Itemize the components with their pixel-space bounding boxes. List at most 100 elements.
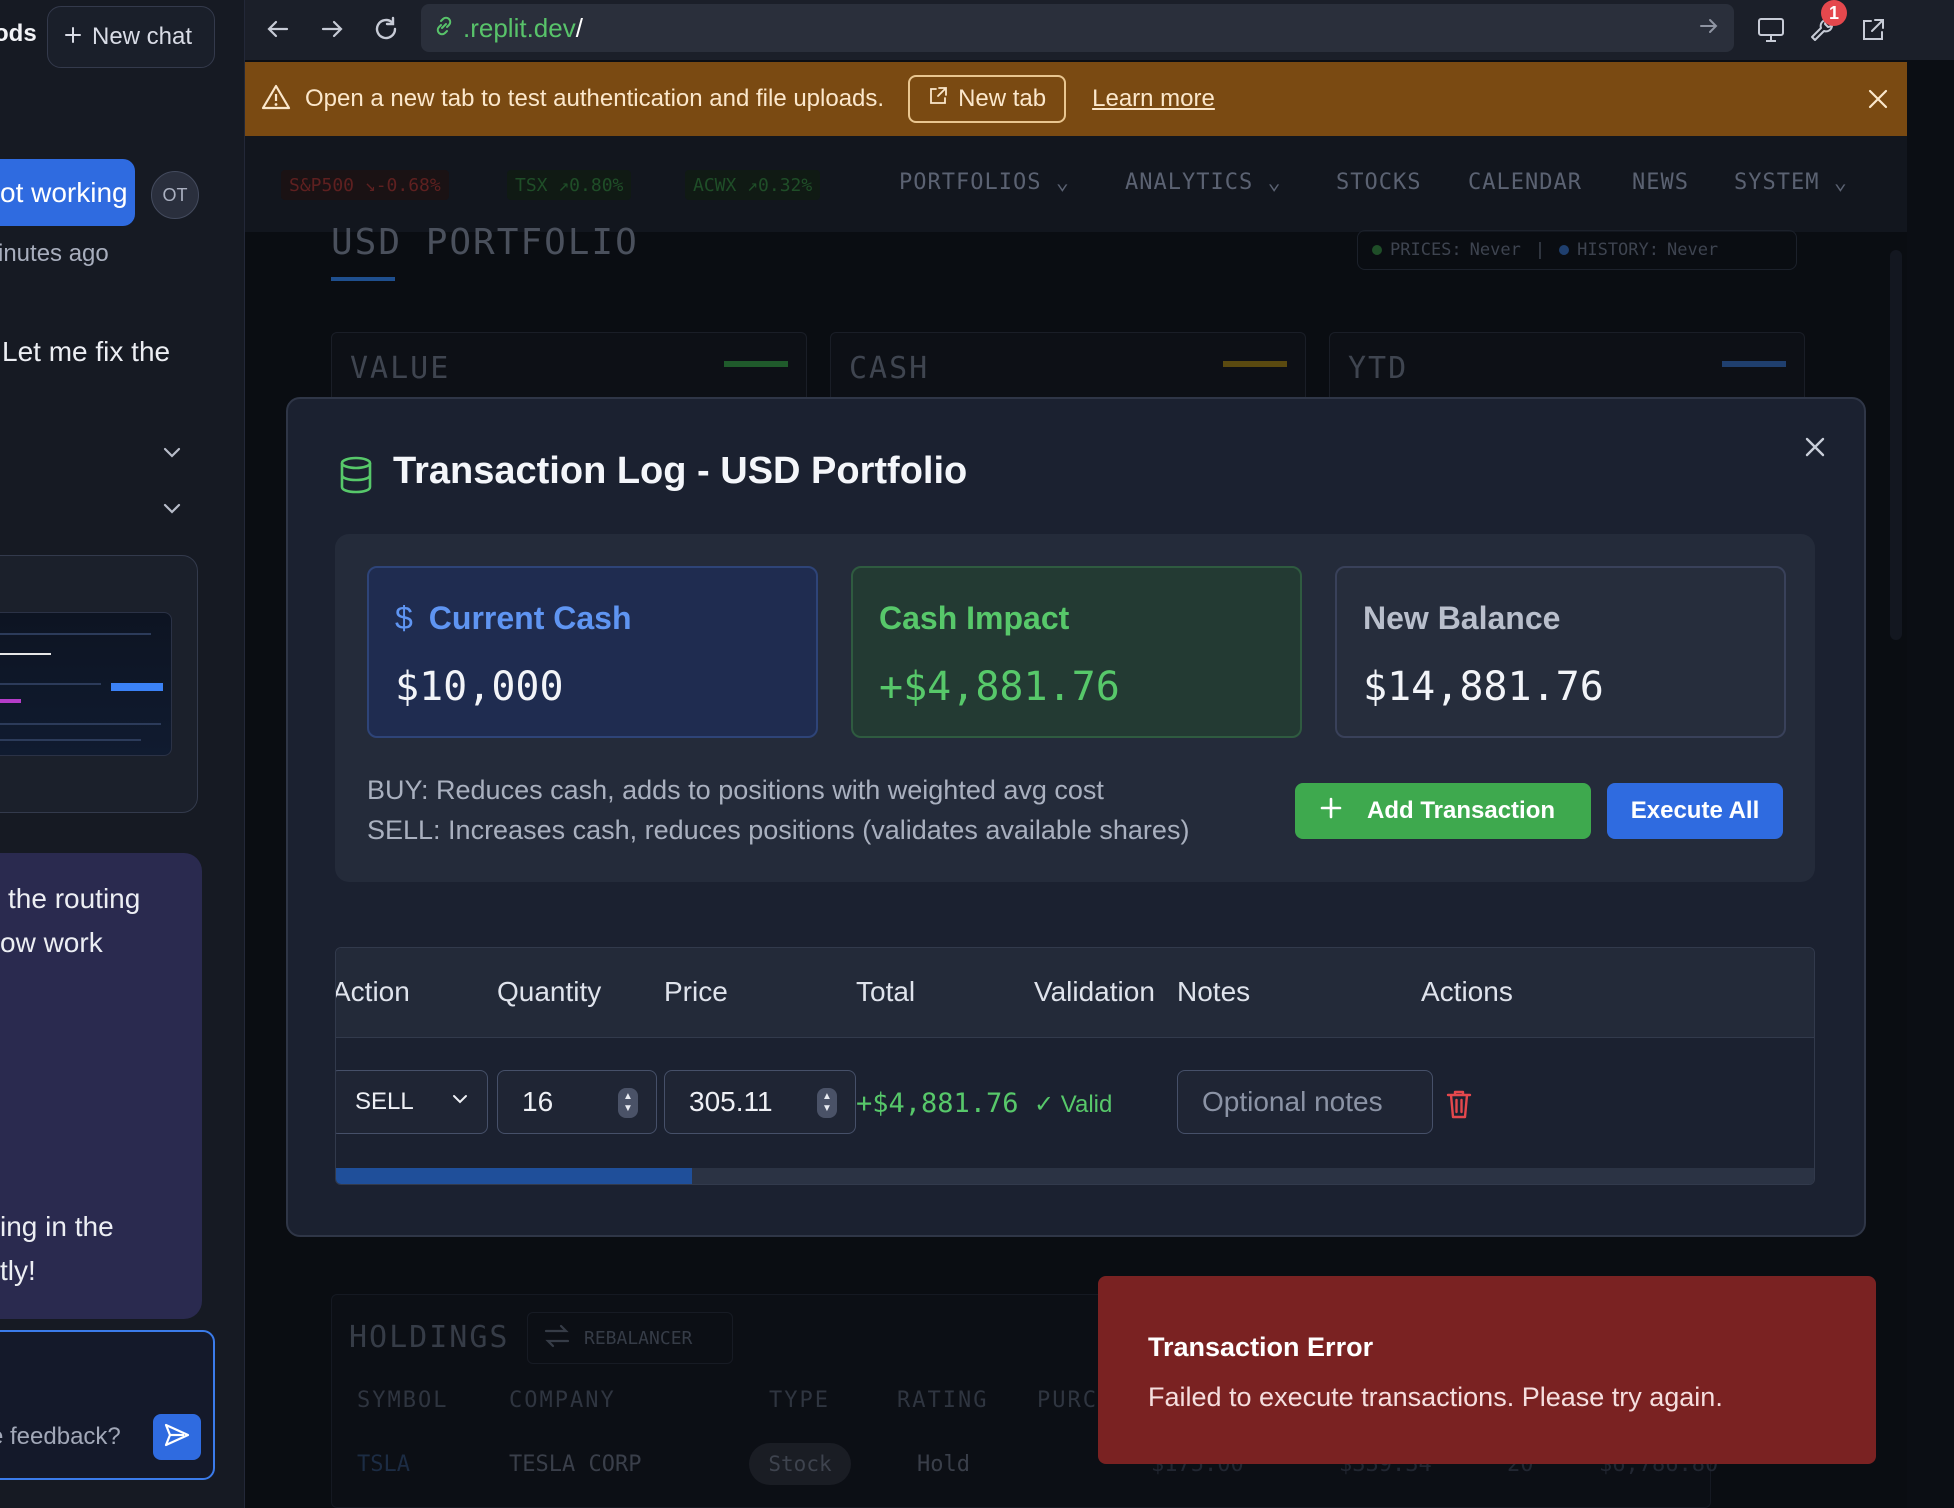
chevron-down-icon[interactable] <box>160 440 188 468</box>
status-dot <box>1372 245 1382 255</box>
trash-icon[interactable] <box>1444 1088 1474 1120</box>
kpi-accent <box>1722 361 1786 367</box>
plus-icon <box>64 23 82 51</box>
column-header: Action <box>335 976 410 1007</box>
database-icon <box>338 455 374 500</box>
link-icon <box>433 15 455 42</box>
ticker-sp500: S&P500 ↘-0.68% <box>281 170 449 200</box>
chevron-down-icon <box>450 1088 470 1116</box>
action-select[interactable]: SELL <box>336 1070 488 1134</box>
warning-banner: Open a new tab to test authentication an… <box>245 62 1907 136</box>
open-external-icon[interactable] <box>1853 10 1893 50</box>
holding-symbol[interactable]: TSLA <box>357 1452 410 1477</box>
new-balance-value: $14,881.76 <box>1363 664 1604 710</box>
reload-icon[interactable] <box>369 12 403 46</box>
chat-panel-heading: ods <box>0 20 37 47</box>
rule-sell: SELL: Increases cash, reduces positions … <box>367 815 1190 845</box>
nav-calendar[interactable]: CALENDAR <box>1468 170 1582 195</box>
holdings-col: RATING <box>897 1388 989 1413</box>
transaction-rules: BUY: Reduces cash, adds to positions wit… <box>367 770 1189 850</box>
page-scrollbar[interactable] <box>1890 250 1902 640</box>
column-header: Quantity <box>497 976 602 1007</box>
holding-rating: Hold <box>917 1452 970 1477</box>
chat-input-placeholder: e feedback? <box>0 1423 121 1450</box>
close-icon[interactable] <box>1865 86 1891 112</box>
address-bar[interactable]: .replit.dev/ <box>421 4 1734 52</box>
url-text: .replit.dev/ <box>463 12 583 43</box>
screenshot-thumbnail[interactable] <box>0 612 172 756</box>
column-header: Notes <box>1177 976 1251 1007</box>
assistant-message-bubble: the routing ow work ing in the tly! <box>0 853 202 1319</box>
error-toast[interactable]: Transaction Error Failed to execute tran… <box>1098 1276 1876 1464</box>
price-stepper[interactable]: 305.11 ▲ ▼ <box>664 1070 856 1134</box>
holdings-col: PURC <box>1037 1388 1098 1413</box>
transactions-table: Action Quantity Price Total Validation N… <box>335 947 1815 1185</box>
column-header: Validation <box>1034 976 1155 1007</box>
user-avatar: OT <box>151 171 199 219</box>
quantity-stepper[interactable]: 16 ▲ ▼ <box>497 1070 657 1134</box>
validation-status: ✓ Valid <box>1034 1091 1113 1118</box>
nav-news[interactable]: NEWS <box>1632 170 1689 195</box>
table-header: Action Quantity Price Total Validation N… <box>335 948 1814 1038</box>
kpi-label: CASH <box>849 351 930 386</box>
bubble-line: the routing <box>8 883 141 914</box>
chat-panel: ods New chat ot working OT inutes ago Le… <box>0 0 245 1508</box>
close-icon[interactable] <box>1798 430 1832 464</box>
new-tab-button[interactable]: New tab <box>908 75 1067 123</box>
chevron-down-icon[interactable] <box>160 496 188 524</box>
learn-more-link[interactable]: Learn more <box>1092 85 1215 113</box>
stepper-arrows-icon[interactable]: ▲ ▼ <box>618 1088 638 1118</box>
notification-badge: 1 <box>1821 0 1847 26</box>
go-arrow-icon[interactable] <box>1698 15 1720 42</box>
holding-type-badge: Stock <box>749 1443 851 1485</box>
stepper-arrows-icon[interactable]: ▲ ▼ <box>817 1088 837 1118</box>
dollar-icon: $ <box>395 600 413 636</box>
add-transaction-button[interactable]: Add Transaction <box>1295 783 1591 839</box>
holdings-col: TYPE <box>769 1388 830 1413</box>
bubble-line: tly! <box>0 1255 36 1286</box>
cash-impact-value: +$4,881.76 <box>879 664 1120 710</box>
new-balance-card: New Balance $14,881.76 <box>1335 566 1786 738</box>
devices-icon[interactable] <box>1751 10 1791 50</box>
page-title: USD PORTFOLIO <box>331 222 639 263</box>
price-status: PRICES: Never | HISTORY: Never <box>1357 230 1797 270</box>
forward-icon[interactable] <box>315 12 349 46</box>
plus-icon <box>1319 796 1343 827</box>
execute-all-button[interactable]: Execute All <box>1607 783 1783 839</box>
modal-title: Transaction Log - USD Portfolio <box>393 450 968 492</box>
kpi-accent <box>724 361 788 367</box>
new-chat-button[interactable]: New chat <box>47 6 215 68</box>
warning-icon <box>261 83 291 116</box>
holdings-title: HOLDINGS <box>349 1320 510 1355</box>
notes-input[interactable]: Optional notes <box>1177 1070 1433 1134</box>
send-button[interactable] <box>153 1414 201 1460</box>
status-dot <box>1559 245 1570 255</box>
nav-portfolios[interactable]: PORTFOLIOS ⌄ <box>899 170 1070 195</box>
kpi-label: YTD <box>1348 351 1409 386</box>
holdings-col: COMPANY <box>509 1388 616 1413</box>
message-timestamp: inutes ago <box>0 240 109 267</box>
cash-impact-label: Cash Impact <box>879 600 1070 636</box>
scrollbar-thumb[interactable] <box>336 1168 692 1184</box>
swap-icon <box>542 1323 572 1354</box>
kpi-accent <box>1223 361 1287 367</box>
column-header: Total <box>856 976 916 1007</box>
new-chat-label: New chat <box>92 23 193 50</box>
current-cash-value: $10,000 <box>395 664 564 710</box>
new-tab-label: New tab <box>958 85 1047 112</box>
nav-system[interactable]: SYSTEM ⌄ <box>1734 170 1848 195</box>
rule-buy: BUY: Reduces cash, adds to positions wit… <box>367 775 1104 805</box>
nav-analytics[interactable]: ANALYTICS ⌄ <box>1125 170 1282 195</box>
warning-message: Open a new tab to test authentication an… <box>305 85 885 112</box>
send-icon <box>163 1421 191 1454</box>
bubble-line: ing in the <box>0 1211 114 1242</box>
nav-stocks[interactable]: STOCKS <box>1336 170 1421 195</box>
ticker-tsx: TSX ↗0.80% <box>507 170 632 200</box>
rebalancer-button[interactable]: REBALANCER <box>527 1312 733 1364</box>
row-total: +$4,881.76 <box>856 1088 1019 1119</box>
holdings-col: SYMBOL <box>357 1388 449 1413</box>
bubble-line: ow work <box>0 927 103 958</box>
ticker-acwx: ACWX ↗0.32% <box>685 170 821 200</box>
toast-message: Failed to execute transactions. Please t… <box>1148 1382 1723 1412</box>
back-icon[interactable] <box>261 12 295 46</box>
